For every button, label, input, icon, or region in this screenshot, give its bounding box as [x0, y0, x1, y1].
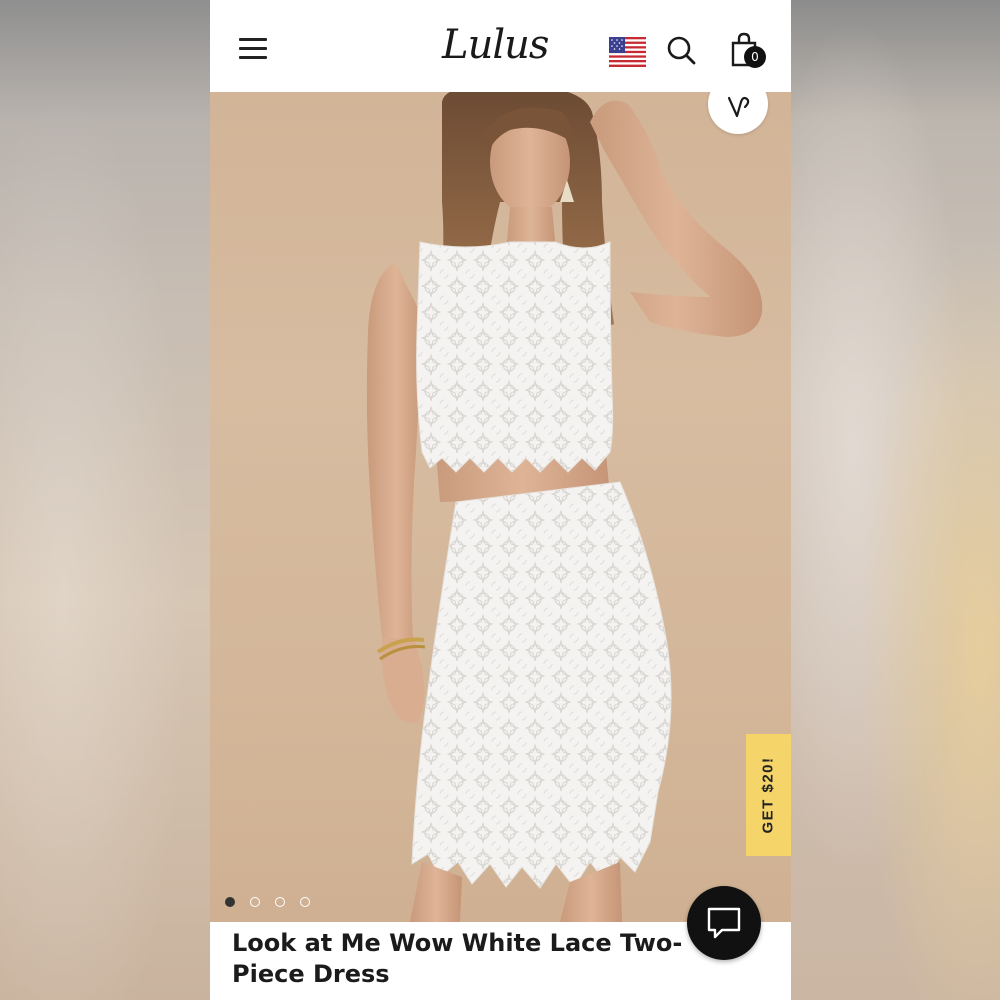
heart-icon	[727, 96, 750, 118]
site-header: Lulus 0	[210, 2, 791, 92]
search-icon[interactable]	[666, 35, 696, 65]
lulus-logo[interactable]: Lulus	[442, 20, 562, 70]
cart-count-badge: 0	[744, 46, 766, 68]
carousel-dot-3[interactable]	[275, 897, 285, 907]
carousel-pagination	[225, 892, 325, 907]
product-photo	[366, 92, 763, 922]
carousel-dot-4[interactable]	[300, 897, 310, 907]
hamburger-menu-icon[interactable]	[236, 34, 270, 64]
product-title: Look at Me Wow White Lace Two-Piece Dres…	[232, 929, 683, 988]
carousel-dot-1[interactable]	[225, 897, 235, 907]
blurred-background-left	[0, 0, 210, 1000]
get-20-promo-tab[interactable]: GET $20!	[746, 734, 791, 856]
chat-button[interactable]	[687, 886, 761, 960]
carousel-dot-2[interactable]	[250, 897, 260, 907]
chat-bubble-icon	[707, 907, 741, 939]
promo-label: GET $20!	[759, 756, 777, 834]
product-image-carousel[interactable]: GET $20!	[210, 92, 791, 922]
blurred-background-right	[791, 0, 1000, 1000]
us-flag-icon[interactable]	[609, 37, 646, 67]
mobile-page: Lulus 0 GET $20! Look at Me Wow White La…	[210, 0, 791, 1000]
